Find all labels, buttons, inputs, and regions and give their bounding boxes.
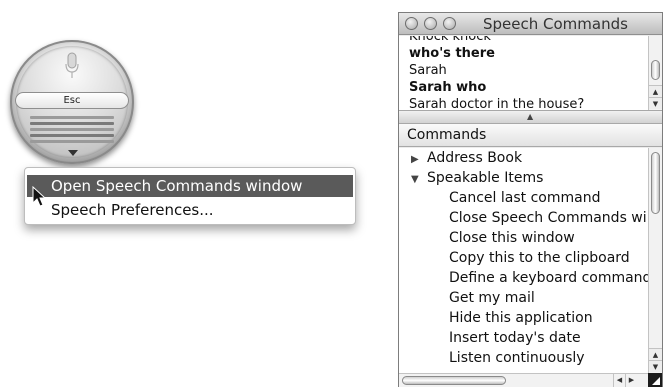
resize-grip-icon[interactable]: [648, 373, 662, 387]
log-vertical-scrollbar[interactable]: ▲ ▼: [648, 36, 662, 110]
list-item-speakable-items[interactable]: ▼ Speakable Items: [399, 168, 650, 188]
commands-horizontal-scrollbar[interactable]: ◀ ▶: [399, 373, 650, 387]
mouse-pointer-icon: [32, 186, 46, 207]
list-item[interactable]: Insert today's date: [399, 328, 650, 348]
list-item[interactable]: Close Speech Commands wi: [399, 208, 650, 228]
esc-label: Esc: [15, 92, 129, 109]
group-label: Address Book: [427, 150, 523, 166]
level-bar: [30, 128, 114, 131]
splitter-grip-icon: ▲: [527, 112, 534, 121]
scroll-thumb[interactable]: [651, 60, 660, 80]
pane-splitter[interactable]: ▲: [399, 110, 662, 123]
group-label: Speakable Items: [427, 170, 544, 186]
log-entry: Sarah: [409, 63, 447, 78]
window-title: Speech Commands: [483, 15, 628, 33]
scroll-thumb[interactable]: [651, 152, 660, 214]
list-item[interactable]: Listen continuously: [399, 348, 650, 368]
scroll-up-arrow-icon[interactable]: ▲: [649, 85, 662, 97]
level-bar: [30, 116, 114, 119]
triangle-down-icon[interactable]: [68, 150, 78, 156]
menu-item-speech-preferences[interactable]: Speech Preferences...: [27, 199, 353, 221]
disclosure-triangle-down-icon[interactable]: ▼: [411, 170, 427, 190]
speech-commands-window: Speech Commands Knock knock who's there …: [398, 12, 663, 387]
close-window-button[interactable]: [405, 17, 418, 30]
window-titlebar[interactable]: Speech Commands: [399, 13, 662, 35]
speech-feedback-widget[interactable]: Esc: [10, 40, 134, 164]
sound-level-meter: [30, 116, 114, 146]
zoom-window-button[interactable]: [443, 17, 456, 30]
scroll-up-arrow-icon[interactable]: ▲: [649, 348, 662, 360]
list-item[interactable]: Copy this to the clipboard: [399, 248, 650, 268]
menu-item-open-speech-commands[interactable]: Open Speech Commands window: [27, 175, 353, 197]
commands-header: Commands: [399, 123, 662, 147]
level-bar: [30, 134, 114, 137]
list-item-address-book[interactable]: ▶ Address Book: [399, 148, 650, 168]
speech-log-pane: Knock knock who's there Sarah Sarah who …: [399, 36, 650, 110]
log-entry: who's there: [409, 46, 495, 61]
scroll-down-arrow-icon[interactable]: ▼: [649, 360, 662, 372]
log-entry: Knock knock: [409, 36, 491, 44]
level-bar: [30, 140, 114, 143]
log-entry: Sarah doctor in the house?: [409, 97, 585, 110]
commands-list: ▶ Address Book ▼ Speakable Items Cancel la…: [399, 148, 650, 373]
list-item[interactable]: Cancel last command: [399, 188, 650, 208]
speech-context-menu: Open Speech Commands window Speech Prefe…: [24, 167, 356, 225]
scroll-right-arrow-icon[interactable]: ▶: [625, 374, 637, 387]
list-item[interactable]: Close this window: [399, 228, 650, 248]
scroll-thumb[interactable]: [402, 376, 506, 385]
scroll-down-arrow-icon[interactable]: ▼: [649, 97, 662, 109]
disclosure-triangle-right-icon[interactable]: ▶: [411, 150, 427, 170]
list-item[interactable]: Get my mail: [399, 288, 650, 308]
level-bar: [30, 122, 114, 125]
commands-vertical-scrollbar[interactable]: ▲ ▼: [648, 148, 662, 373]
log-entry: Sarah who: [409, 80, 487, 95]
microphone-icon: [65, 52, 79, 78]
scroll-left-arrow-icon[interactable]: ◀: [613, 374, 625, 387]
minimize-window-button[interactable]: [424, 17, 437, 30]
list-item[interactable]: Hide this application: [399, 308, 650, 328]
list-item[interactable]: Define a keyboard command: [399, 268, 650, 288]
